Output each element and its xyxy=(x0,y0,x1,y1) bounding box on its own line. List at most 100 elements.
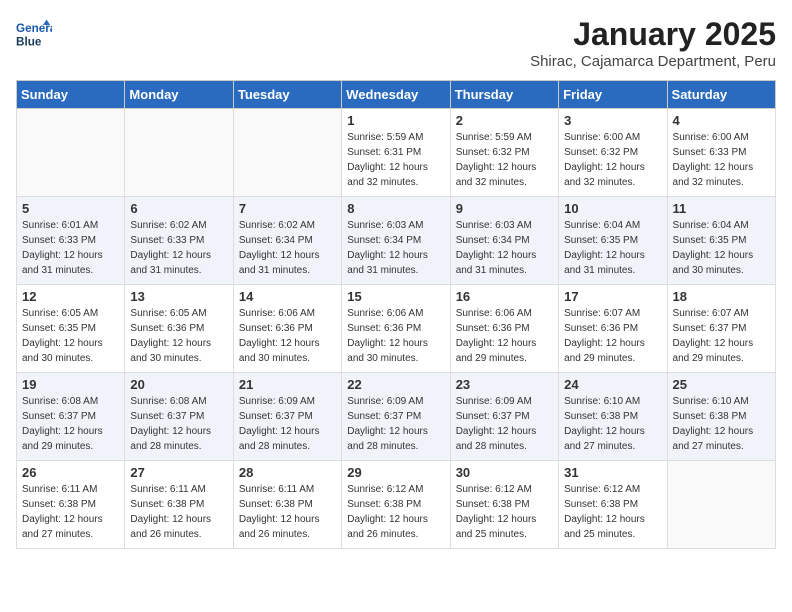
calendar-cell: 27 Sunrise: 6:11 AMSunset: 6:38 PMDaylig… xyxy=(125,461,233,549)
header-day-saturday: Saturday xyxy=(667,81,775,109)
day-detail: Sunrise: 6:09 AMSunset: 6:37 PMDaylight:… xyxy=(239,394,336,454)
day-detail: Sunrise: 6:11 AMSunset: 6:38 PMDaylight:… xyxy=(22,482,119,542)
day-number: 13 xyxy=(130,289,227,304)
day-detail: Sunrise: 6:05 AMSunset: 6:36 PMDaylight:… xyxy=(130,306,227,366)
day-detail: Sunrise: 6:10 AMSunset: 6:38 PMDaylight:… xyxy=(564,394,661,454)
day-detail: Sunrise: 6:07 AMSunset: 6:36 PMDaylight:… xyxy=(564,306,661,366)
calendar-week-5: 26 Sunrise: 6:11 AMSunset: 6:38 PMDaylig… xyxy=(17,461,776,549)
calendar-cell: 28 Sunrise: 6:11 AMSunset: 6:38 PMDaylig… xyxy=(233,461,341,549)
location-title: Shirac, Cajamarca Department, Peru xyxy=(530,53,776,70)
day-number: 27 xyxy=(130,465,227,480)
calendar-cell: 10 Sunrise: 6:04 AMSunset: 6:35 PMDaylig… xyxy=(559,197,667,285)
calendar-cell: 7 Sunrise: 6:02 AMSunset: 6:34 PMDayligh… xyxy=(233,197,341,285)
calendar-week-4: 19 Sunrise: 6:08 AMSunset: 6:37 PMDaylig… xyxy=(17,373,776,461)
day-detail: Sunrise: 5:59 AMSunset: 6:32 PMDaylight:… xyxy=(456,130,553,190)
day-number: 12 xyxy=(22,289,119,304)
day-number: 26 xyxy=(22,465,119,480)
calendar-cell: 1 Sunrise: 5:59 AMSunset: 6:31 PMDayligh… xyxy=(342,109,450,197)
calendar-cell: 3 Sunrise: 6:00 AMSunset: 6:32 PMDayligh… xyxy=(559,109,667,197)
calendar-cell: 5 Sunrise: 6:01 AMSunset: 6:33 PMDayligh… xyxy=(17,197,125,285)
calendar-body: 1 Sunrise: 5:59 AMSunset: 6:31 PMDayligh… xyxy=(17,109,776,549)
day-number: 7 xyxy=(239,201,336,216)
svg-text:Blue: Blue xyxy=(16,36,42,49)
day-number: 20 xyxy=(130,377,227,392)
calendar-cell: 19 Sunrise: 6:08 AMSunset: 6:37 PMDaylig… xyxy=(17,373,125,461)
day-detail: Sunrise: 6:07 AMSunset: 6:37 PMDaylight:… xyxy=(673,306,770,366)
day-number: 4 xyxy=(673,113,770,128)
day-detail: Sunrise: 6:06 AMSunset: 6:36 PMDaylight:… xyxy=(239,306,336,366)
day-detail: Sunrise: 6:12 AMSunset: 6:38 PMDaylight:… xyxy=(347,482,444,542)
day-number: 15 xyxy=(347,289,444,304)
calendar-week-2: 5 Sunrise: 6:01 AMSunset: 6:33 PMDayligh… xyxy=(17,197,776,285)
header-day-sunday: Sunday xyxy=(17,81,125,109)
calendar-header-row: SundayMondayTuesdayWednesdayThursdayFrid… xyxy=(17,81,776,109)
day-number: 23 xyxy=(456,377,553,392)
day-number: 8 xyxy=(347,201,444,216)
day-detail: Sunrise: 6:05 AMSunset: 6:35 PMDaylight:… xyxy=(22,306,119,366)
day-number: 29 xyxy=(347,465,444,480)
day-number: 22 xyxy=(347,377,444,392)
day-detail: Sunrise: 6:12 AMSunset: 6:38 PMDaylight:… xyxy=(456,482,553,542)
day-number: 11 xyxy=(673,201,770,216)
day-detail: Sunrise: 6:12 AMSunset: 6:38 PMDaylight:… xyxy=(564,482,661,542)
calendar-cell xyxy=(125,109,233,197)
calendar-cell: 6 Sunrise: 6:02 AMSunset: 6:33 PMDayligh… xyxy=(125,197,233,285)
day-detail: Sunrise: 6:11 AMSunset: 6:38 PMDaylight:… xyxy=(130,482,227,542)
day-detail: Sunrise: 6:00 AMSunset: 6:32 PMDaylight:… xyxy=(564,130,661,190)
day-number: 9 xyxy=(456,201,553,216)
day-detail: Sunrise: 6:06 AMSunset: 6:36 PMDaylight:… xyxy=(456,306,553,366)
calendar-cell: 31 Sunrise: 6:12 AMSunset: 6:38 PMDaylig… xyxy=(559,461,667,549)
logo-icon: General Blue xyxy=(16,16,52,52)
day-number: 10 xyxy=(564,201,661,216)
calendar-cell: 20 Sunrise: 6:08 AMSunset: 6:37 PMDaylig… xyxy=(125,373,233,461)
calendar-week-3: 12 Sunrise: 6:05 AMSunset: 6:35 PMDaylig… xyxy=(17,285,776,373)
calendar-cell: 11 Sunrise: 6:04 AMSunset: 6:35 PMDaylig… xyxy=(667,197,775,285)
calendar-cell: 4 Sunrise: 6:00 AMSunset: 6:33 PMDayligh… xyxy=(667,109,775,197)
day-detail: Sunrise: 6:09 AMSunset: 6:37 PMDaylight:… xyxy=(347,394,444,454)
day-detail: Sunrise: 5:59 AMSunset: 6:31 PMDaylight:… xyxy=(347,130,444,190)
day-detail: Sunrise: 6:09 AMSunset: 6:37 PMDaylight:… xyxy=(456,394,553,454)
calendar-cell xyxy=(17,109,125,197)
calendar-cell: 25 Sunrise: 6:10 AMSunset: 6:38 PMDaylig… xyxy=(667,373,775,461)
calendar-cell: 18 Sunrise: 6:07 AMSunset: 6:37 PMDaylig… xyxy=(667,285,775,373)
calendar-cell: 24 Sunrise: 6:10 AMSunset: 6:38 PMDaylig… xyxy=(559,373,667,461)
calendar-cell: 29 Sunrise: 6:12 AMSunset: 6:38 PMDaylig… xyxy=(342,461,450,549)
logo: General Blue xyxy=(16,16,56,52)
day-number: 31 xyxy=(564,465,661,480)
day-number: 21 xyxy=(239,377,336,392)
calendar-cell: 23 Sunrise: 6:09 AMSunset: 6:37 PMDaylig… xyxy=(450,373,558,461)
day-detail: Sunrise: 6:01 AMSunset: 6:33 PMDaylight:… xyxy=(22,218,119,278)
day-number: 16 xyxy=(456,289,553,304)
day-number: 1 xyxy=(347,113,444,128)
calendar-table: SundayMondayTuesdayWednesdayThursdayFrid… xyxy=(16,80,776,549)
calendar-cell: 13 Sunrise: 6:05 AMSunset: 6:36 PMDaylig… xyxy=(125,285,233,373)
day-detail: Sunrise: 6:06 AMSunset: 6:36 PMDaylight:… xyxy=(347,306,444,366)
day-detail: Sunrise: 6:03 AMSunset: 6:34 PMDaylight:… xyxy=(456,218,553,278)
header-day-thursday: Thursday xyxy=(450,81,558,109)
day-number: 2 xyxy=(456,113,553,128)
day-number: 18 xyxy=(673,289,770,304)
calendar-cell: 14 Sunrise: 6:06 AMSunset: 6:36 PMDaylig… xyxy=(233,285,341,373)
calendar-cell xyxy=(667,461,775,549)
day-number: 28 xyxy=(239,465,336,480)
header-day-monday: Monday xyxy=(125,81,233,109)
day-number: 14 xyxy=(239,289,336,304)
day-number: 3 xyxy=(564,113,661,128)
calendar-cell: 21 Sunrise: 6:09 AMSunset: 6:37 PMDaylig… xyxy=(233,373,341,461)
day-number: 6 xyxy=(130,201,227,216)
day-detail: Sunrise: 6:11 AMSunset: 6:38 PMDaylight:… xyxy=(239,482,336,542)
calendar-cell: 16 Sunrise: 6:06 AMSunset: 6:36 PMDaylig… xyxy=(450,285,558,373)
header-day-tuesday: Tuesday xyxy=(233,81,341,109)
day-detail: Sunrise: 6:04 AMSunset: 6:35 PMDaylight:… xyxy=(673,218,770,278)
day-detail: Sunrise: 6:08 AMSunset: 6:37 PMDaylight:… xyxy=(130,394,227,454)
day-number: 19 xyxy=(22,377,119,392)
day-number: 25 xyxy=(673,377,770,392)
calendar-cell xyxy=(233,109,341,197)
day-number: 17 xyxy=(564,289,661,304)
calendar-cell: 8 Sunrise: 6:03 AMSunset: 6:34 PMDayligh… xyxy=(342,197,450,285)
calendar-cell: 22 Sunrise: 6:09 AMSunset: 6:37 PMDaylig… xyxy=(342,373,450,461)
day-number: 24 xyxy=(564,377,661,392)
day-detail: Sunrise: 6:10 AMSunset: 6:38 PMDaylight:… xyxy=(673,394,770,454)
calendar-cell: 9 Sunrise: 6:03 AMSunset: 6:34 PMDayligh… xyxy=(450,197,558,285)
day-number: 5 xyxy=(22,201,119,216)
